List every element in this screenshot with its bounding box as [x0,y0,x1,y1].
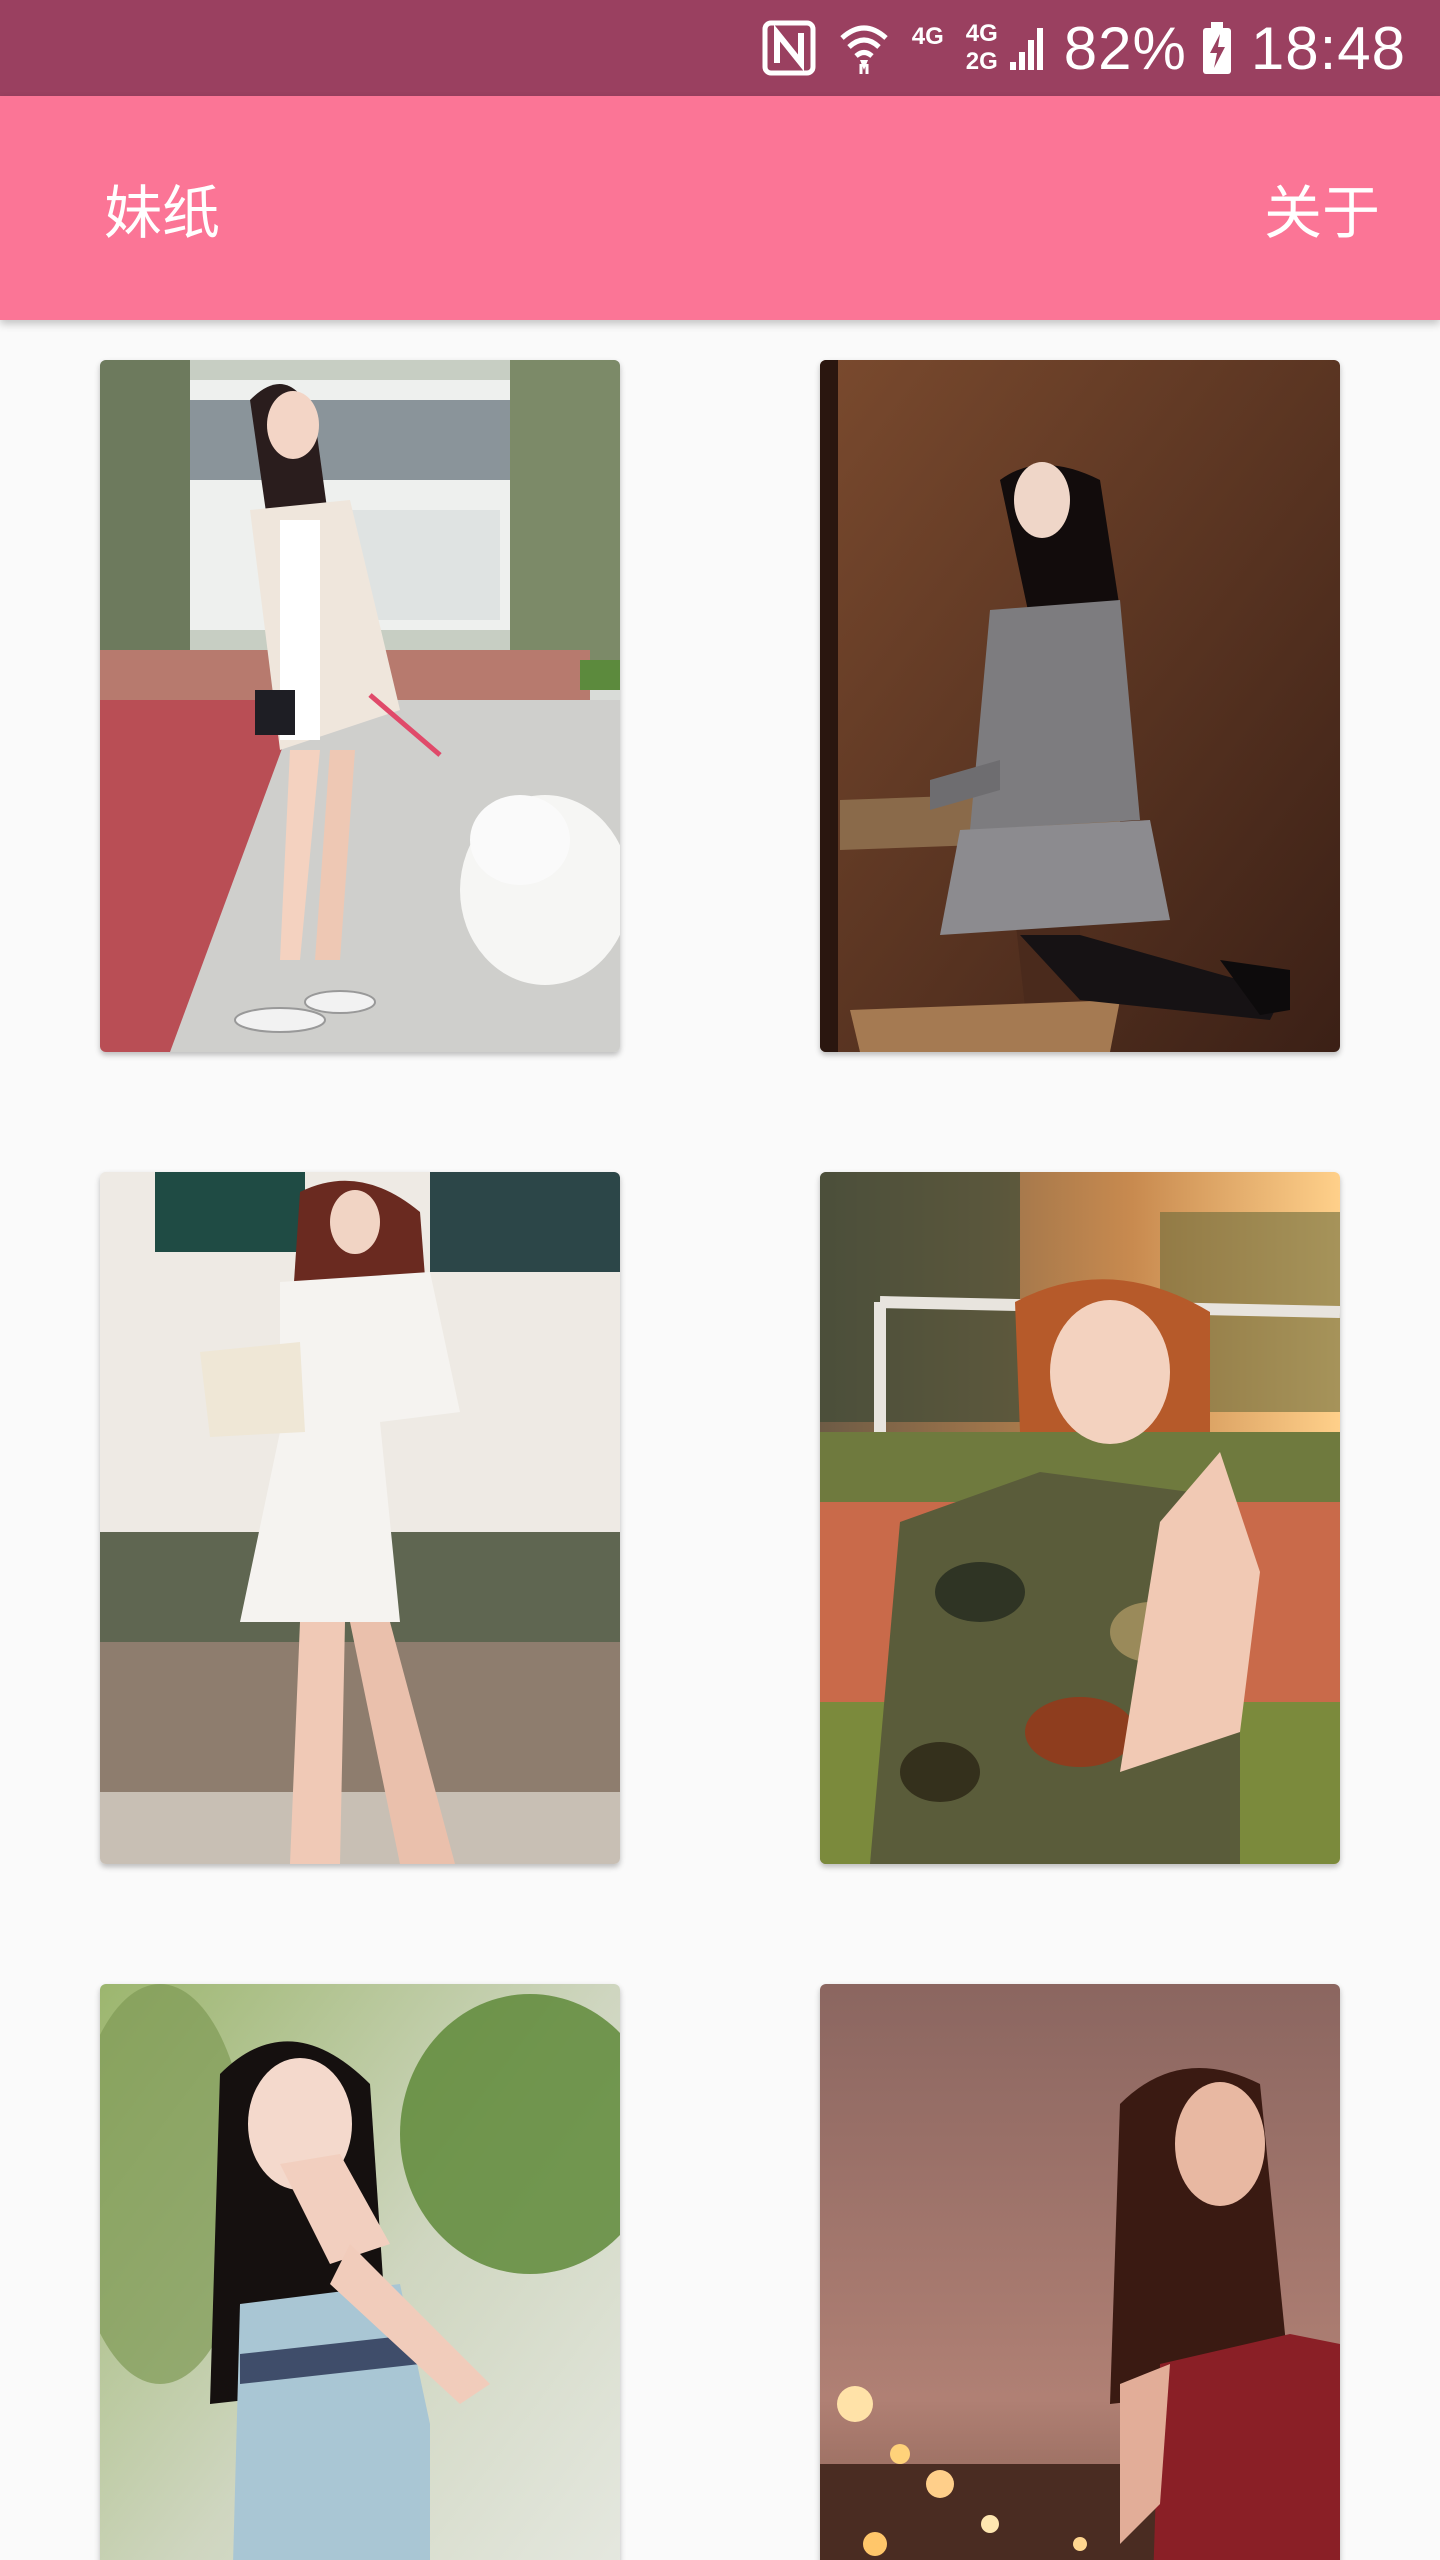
network-label-2g: 2G [965,48,998,75]
photo-girl-white-dress-street [100,1172,620,1864]
photo-card[interactable] [820,1172,1340,1864]
nfc-icon [762,20,816,76]
photo-card[interactable] [100,1172,620,1864]
photo-card[interactable] [100,1984,620,2560]
photo-girl-blue-top-greenery [100,1984,620,2560]
photo-girl-red-dress-city-lights [820,1984,1340,2560]
network-label-4g: 4G [911,23,944,50]
photo-card[interactable] [100,360,620,1052]
wifi-icon [838,20,890,76]
network-label-4g-secondary: 4G [965,20,998,47]
photo-girl-camo-jacket-sunset-field [820,1172,1340,1864]
photo-grid [0,320,1440,2560]
photo-girl-grey-dress-wooden-wall [820,360,1340,1052]
signal-4g-2g-icon: 4G 2G [965,18,1043,78]
battery-percentage: 82% [1063,14,1187,82]
signal-4g-icon: 4G [912,25,944,71]
status-bar: 4G 4G 2G 82% 18:48 [0,0,1440,96]
page-title: 妹纸 [104,179,221,247]
app-bar: 妹纸 关于 [0,96,1440,320]
photo-card[interactable] [820,360,1340,1052]
clock: 18:48 [1250,14,1406,82]
photo-girl-white-cardigan-with-dog [100,360,620,1052]
about-button[interactable]: 关于 [1264,166,1380,250]
photo-card[interactable] [820,1984,1340,2560]
battery-charging-icon [1201,20,1233,76]
